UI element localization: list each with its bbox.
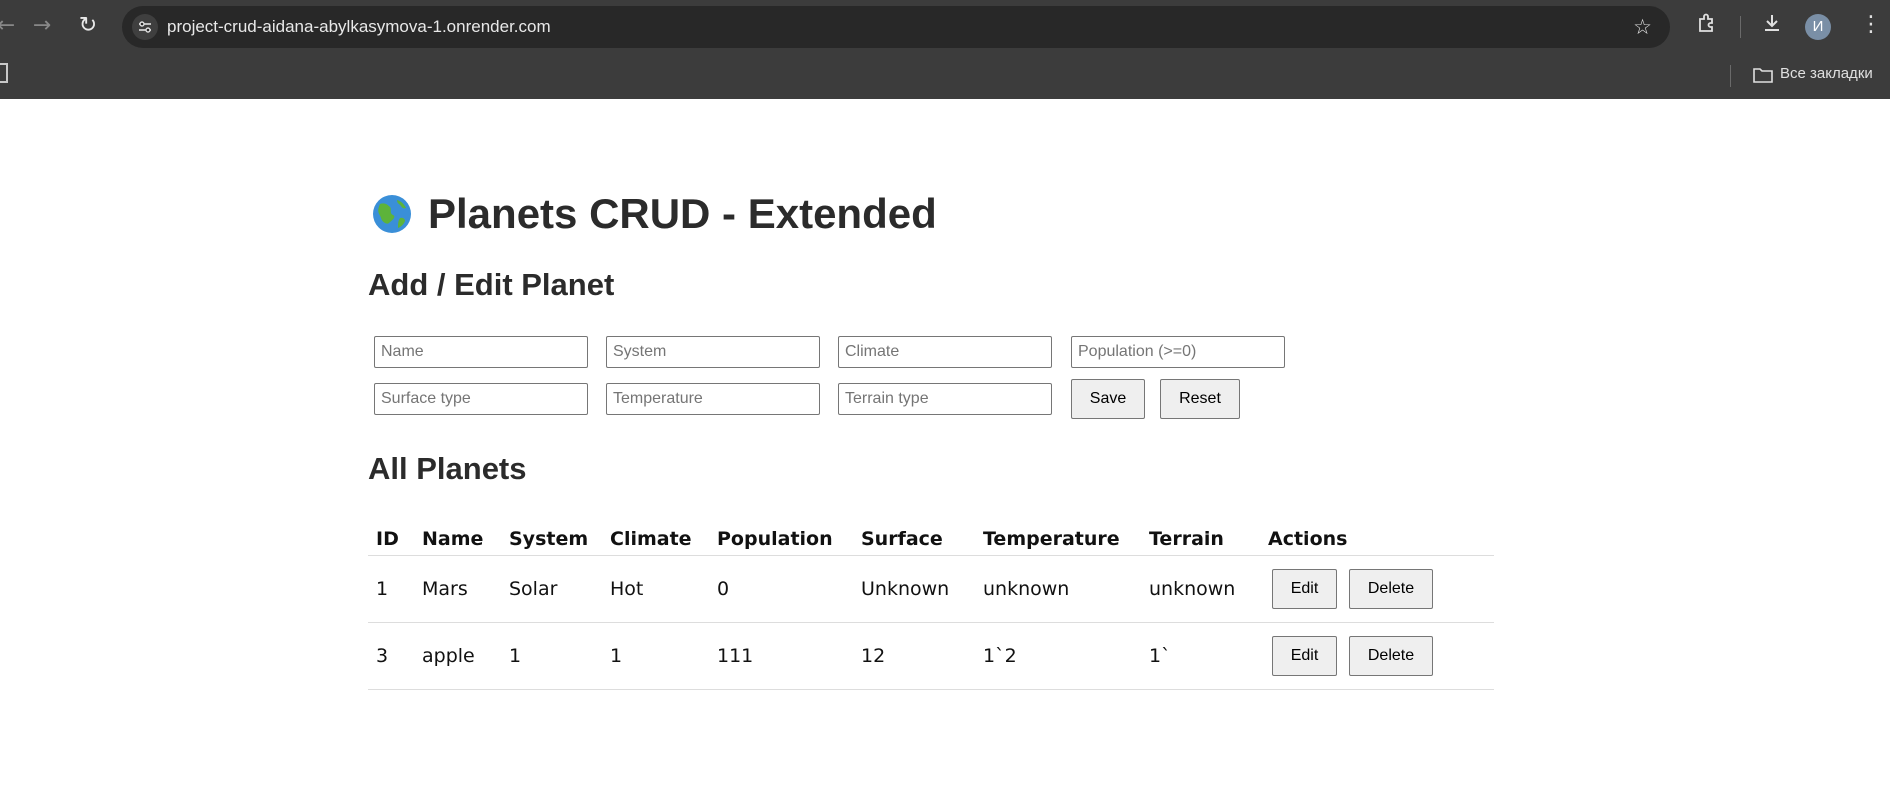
cell-climate: 1	[602, 622, 709, 690]
table-header-row: ID Name System Climate Population Surfac…	[368, 522, 1494, 556]
climate-input[interactable]	[838, 336, 1052, 368]
surface-type-input[interactable]	[374, 383, 588, 415]
forward-arrow-icon[interactable]: →	[30, 12, 54, 40]
reload-icon[interactable]: ↻	[76, 12, 100, 40]
header-actions: Actions	[1260, 522, 1494, 556]
bookmarks-divider	[1730, 65, 1731, 87]
back-arrow-icon[interactable]: ←	[0, 12, 18, 40]
save-button[interactable]: Save	[1071, 379, 1145, 419]
cell-system: Solar	[501, 555, 602, 623]
globe-icon	[373, 195, 411, 233]
cell-population: 0	[709, 555, 853, 623]
header-name: Name	[414, 522, 501, 556]
site-info-icon[interactable]	[132, 14, 158, 40]
header-terrain: Terrain	[1141, 522, 1260, 556]
header-temperature: Temperature	[975, 522, 1141, 556]
cell-climate: Hot	[602, 555, 709, 623]
cell-id: 1	[368, 555, 414, 623]
cell-temperature: unknown	[975, 555, 1141, 623]
cell-surface: Unknown	[853, 555, 975, 623]
cell-id: 3	[368, 622, 414, 690]
header-id: ID	[368, 522, 414, 556]
delete-button[interactable]: Delete	[1349, 569, 1433, 609]
system-input[interactable]	[606, 336, 820, 368]
cell-population: 111	[709, 622, 853, 690]
delete-button[interactable]: Delete	[1349, 636, 1433, 676]
edit-button[interactable]: Edit	[1272, 569, 1337, 609]
download-icon[interactable]	[1761, 12, 1783, 40]
bookmarks-bar: Все закладки	[0, 53, 1890, 99]
toolbar-divider	[1740, 16, 1741, 38]
menu-icon[interactable]: ⋮	[1860, 12, 1882, 37]
reset-button[interactable]: Reset	[1160, 379, 1240, 419]
page-title: Planets CRUD - Extended	[372, 190, 937, 238]
cell-terrain: unknown	[1141, 555, 1260, 623]
header-system: System	[501, 522, 602, 556]
cell-temperature: 1`2	[975, 622, 1141, 690]
extensions-icon[interactable]	[1696, 12, 1718, 40]
cell-system: 1	[501, 622, 602, 690]
cell-surface: 12	[853, 622, 975, 690]
table-row: 3 apple 1 1 111 12 1`2 1` Edit Delete	[368, 622, 1494, 690]
address-bar[interactable]: project-crud-aidana-abylkasymova-1.onren…	[122, 6, 1670, 48]
folder-icon	[1752, 66, 1774, 89]
browser-chrome: ← → ↻ project-crud-aidana-abylkasymova-1…	[0, 0, 1890, 99]
terrain-type-input[interactable]	[838, 383, 1052, 415]
browser-toolbar: ← → ↻ project-crud-aidana-abylkasymova-1…	[0, 0, 1890, 53]
header-climate: Climate	[602, 522, 709, 556]
apps-icon[interactable]	[0, 63, 8, 83]
planets-table: ID Name System Climate Population Surfac…	[368, 522, 1494, 690]
form-heading: Add / Edit Planet	[368, 267, 615, 302]
page-title-text: Planets CRUD - Extended	[428, 190, 937, 237]
edit-button[interactable]: Edit	[1272, 636, 1337, 676]
url-text[interactable]: project-crud-aidana-abylkasymova-1.onren…	[167, 17, 551, 37]
temperature-input[interactable]	[606, 383, 820, 415]
header-surface: Surface	[853, 522, 975, 556]
profile-avatar[interactable]: И	[1805, 14, 1831, 40]
population-input[interactable]	[1071, 336, 1285, 368]
list-heading: All Planets	[368, 451, 527, 486]
all-bookmarks-link[interactable]: Все закладки	[1780, 65, 1873, 82]
cell-actions: Edit Delete	[1260, 555, 1494, 623]
table-row: 1 Mars Solar Hot 0 Unknown unknown unkno…	[368, 555, 1494, 623]
header-population: Population	[709, 522, 853, 556]
name-input[interactable]	[374, 336, 588, 368]
cell-actions: Edit Delete	[1260, 622, 1494, 690]
star-icon[interactable]: ☆	[1633, 15, 1652, 39]
cell-terrain: 1`	[1141, 622, 1260, 690]
cell-name: Mars	[414, 555, 501, 623]
cell-name: apple	[414, 622, 501, 690]
